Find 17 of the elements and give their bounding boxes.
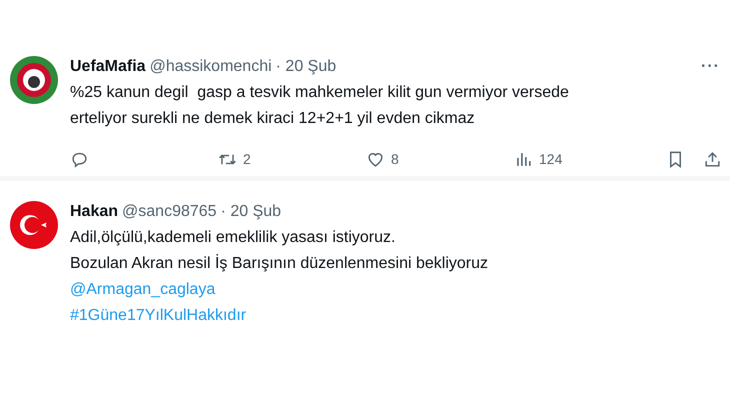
flag-avatar-icon[interactable] — [10, 201, 58, 249]
post-text: Bozulan Akran nesil İş Barışının düzenlenmesini bekliyoruz — [70, 253, 489, 274]
more-icon[interactable]: ··· — [701, 58, 720, 76]
post-text: erteliyor surekli ne demek kiraci 12+2+1 yil evden cikmaz — [70, 109, 476, 129]
post-date[interactable]: · 20 Şub — [220, 203, 282, 221]
user-handle[interactable]: @hassikomenchi — [150, 58, 272, 76]
action-count: 8 — [391, 151, 399, 167]
action-count: 124 — [539, 151, 562, 167]
share-icon[interactable] — [703, 150, 722, 168]
club-logo-icon[interactable] — [10, 56, 58, 104]
user-handle[interactable]: @sanc98765 — [122, 203, 217, 221]
user-name[interactable]: UefaMafia — [70, 58, 146, 76]
user-name[interactable]: Hakan — [70, 203, 118, 221]
post-date[interactable]: · 20 Şub — [276, 58, 336, 76]
post-text: Adil,ölçülü,kademeli emeklilik yasası istiyoruz. — [70, 228, 396, 248]
post-text: %25 kanun degil gasp a tesvik mahkemeler kilit gun vermiyor versede — [70, 83, 570, 103]
action-count: 2 — [243, 151, 251, 167]
